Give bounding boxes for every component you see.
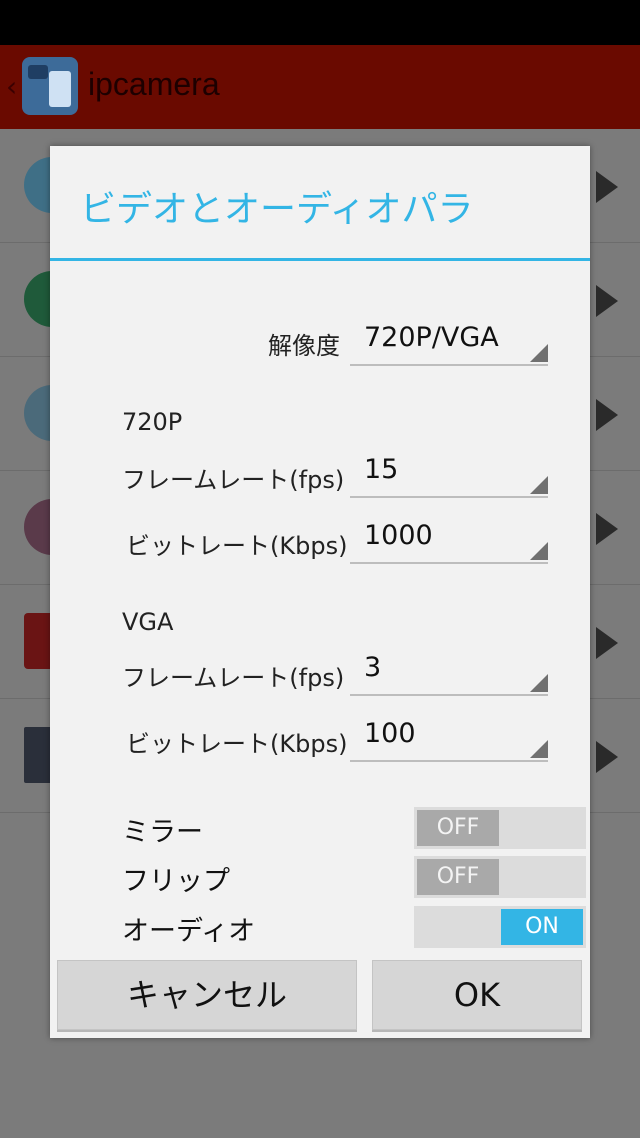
status-bar: [0, 0, 640, 45]
framerate-720p-value: 15: [364, 454, 399, 485]
dropdown-triangle-icon: [530, 476, 548, 494]
audio-toggle-state: ON: [501, 909, 583, 945]
flip-label: フリップ: [122, 866, 230, 897]
audio-toggle[interactable]: ON: [414, 906, 586, 948]
chevron-right-icon: [596, 285, 618, 317]
dropdown-triangle-icon: [530, 344, 548, 362]
chevron-right-icon: [596, 171, 618, 203]
audio-label: オーディオ: [122, 916, 256, 947]
dialog-title: ビデオとオーディオパラ: [80, 189, 474, 230]
phone-icon: [49, 71, 71, 107]
framerate-vga-label: フレームレート(fps): [122, 664, 345, 692]
framerate-vga-spinner[interactable]: 3: [350, 652, 548, 696]
framerate-vga-value: 3: [364, 652, 382, 683]
resolution-value: 720P/VGA: [364, 322, 499, 353]
chevron-left-icon[interactable]: ‹: [6, 70, 17, 103]
mirror-toggle-state: OFF: [417, 810, 499, 846]
mirror-toggle[interactable]: OFF: [414, 807, 586, 849]
bitrate-vga-value: 100: [364, 718, 416, 749]
chevron-right-icon: [596, 741, 618, 773]
dropdown-triangle-icon: [530, 542, 548, 560]
ok-button[interactable]: OK: [372, 960, 582, 1030]
chevron-right-icon: [596, 627, 618, 659]
framerate-720p-label: フレームレート(fps): [122, 466, 345, 494]
mirror-label: ミラー: [122, 817, 203, 848]
video-audio-settings-dialog: ビデオとオーディオパラ 解像度 720P/VGA 720P フレームレート(fp…: [50, 146, 590, 1038]
resolution-spinner[interactable]: 720P/VGA: [350, 322, 548, 366]
title-divider: [50, 258, 590, 261]
section-heading-vga: VGA: [122, 608, 174, 636]
framerate-720p-spinner[interactable]: 15: [350, 454, 548, 498]
section-heading-720p: 720P: [122, 408, 183, 436]
ipcamera-app-icon: [22, 57, 78, 115]
cancel-button[interactable]: キャンセル: [57, 960, 357, 1030]
bitrate-vga-spinner[interactable]: 100: [350, 718, 548, 762]
bitrate-vga-label: ビットレート(Kbps): [126, 730, 348, 758]
bitrate-720p-spinner[interactable]: 1000: [350, 520, 548, 564]
resolution-label: 解像度: [268, 332, 340, 360]
bitrate-720p-value: 1000: [364, 520, 433, 551]
flip-toggle-state: OFF: [417, 859, 499, 895]
dropdown-triangle-icon: [530, 740, 548, 758]
app-title: ipcamera: [88, 66, 220, 102]
chevron-right-icon: [596, 399, 618, 431]
dropdown-triangle-icon: [530, 674, 548, 692]
flip-toggle[interactable]: OFF: [414, 856, 586, 898]
chevron-right-icon: [596, 513, 618, 545]
bitrate-720p-label: ビットレート(Kbps): [126, 532, 348, 560]
camera-icon: [28, 65, 48, 79]
